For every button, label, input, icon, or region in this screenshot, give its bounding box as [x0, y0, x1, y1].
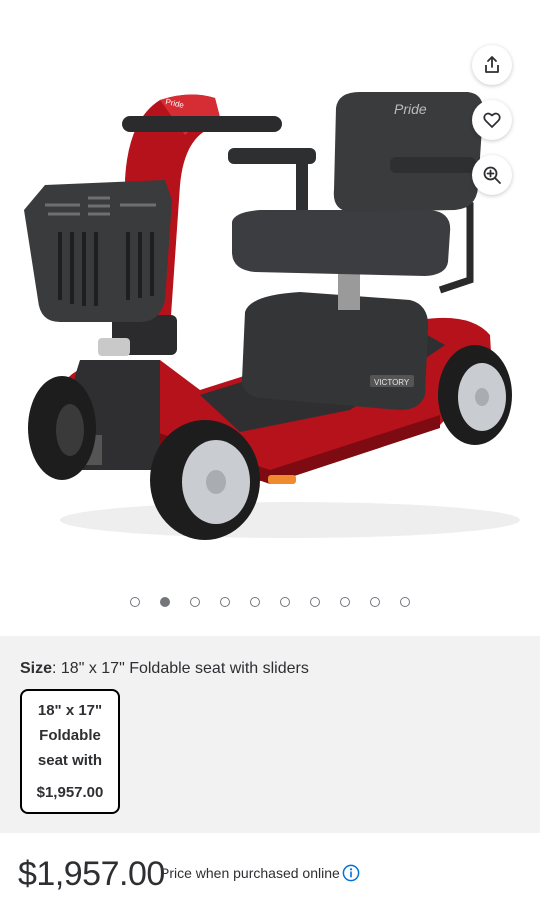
size-value: : 18" x 17" Foldable seat with sliders [52, 660, 309, 677]
zoom-button[interactable] [472, 155, 512, 195]
variant-line-2: Foldable [39, 727, 101, 744]
variant-price: $1,957.00 [36, 784, 104, 801]
carousel-dot[interactable] [190, 597, 200, 607]
carousel-indicator [130, 597, 410, 607]
info-icon[interactable] [342, 864, 360, 882]
size-label: Size [20, 660, 53, 677]
variant-line-3: seat with [37, 752, 103, 769]
zoom-in-icon [483, 166, 501, 184]
variant-line-1: 18" x 17" [37, 702, 103, 719]
carousel-dot[interactable] [370, 597, 380, 607]
size-selection-label: Size: 18" x 17" Foldable seat with slide… [20, 660, 309, 678]
product-image-area: VICTORY Pride Pride [0, 0, 540, 636]
rear-wheel [438, 345, 512, 445]
carousel-dot[interactable] [310, 597, 320, 607]
favorite-button[interactable] [472, 100, 512, 140]
carousel-dot[interactable] [400, 597, 410, 607]
front-wheel [150, 420, 260, 540]
heart-icon [483, 112, 501, 128]
carousel-dot[interactable] [340, 597, 350, 607]
carousel-dot[interactable] [130, 597, 140, 607]
front-left-wheel [28, 376, 96, 480]
variant-option-selected[interactable]: 18" x 17" Foldable seat with $1,957.00 [20, 689, 120, 814]
share-icon [485, 56, 499, 73]
share-button[interactable] [472, 45, 512, 85]
price-note: Price when purchased online [160, 865, 340, 881]
product-image[interactable]: VICTORY Pride Pride [0, 0, 540, 636]
seat-brand: Pride [394, 101, 427, 117]
carousel-dot[interactable] [160, 597, 170, 607]
carousel-dot[interactable] [220, 597, 230, 607]
model-badge: VICTORY [374, 378, 410, 387]
carousel-dot[interactable] [280, 597, 290, 607]
carousel-dot[interactable] [250, 597, 260, 607]
product-price: $1,957.00 [18, 855, 165, 893]
